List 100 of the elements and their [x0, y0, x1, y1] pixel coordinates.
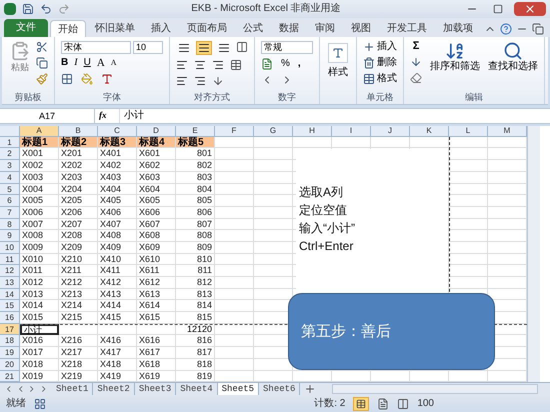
table-cell: X417 [98, 347, 137, 359]
formula-field[interactable]: 小计 [119, 108, 550, 123]
ribbon-tab[interactable]: 视图 [344, 20, 378, 37]
cut-icon[interactable] [36, 40, 48, 53]
help-icon[interactable] [500, 22, 512, 35]
paste-button[interactable]: 粘贴 [8, 40, 32, 74]
table-cell: X010 [20, 254, 59, 266]
page-layout-view-icon[interactable] [377, 398, 390, 410]
empty-cell [98, 324, 137, 336]
empty-cell [215, 148, 254, 160]
row-header: 6 [0, 195, 20, 207]
name-box[interactable]: A17 [0, 108, 95, 123]
empty-cell [254, 277, 293, 289]
empty-cell [449, 148, 488, 160]
empty-cell [215, 254, 254, 266]
table-cell: 806 [176, 206, 215, 219]
table-cell: X408 [98, 230, 137, 242]
status-text: 就绪 [6, 396, 26, 412]
row-header: 18 [0, 335, 20, 348]
ribbon-tab[interactable]: 开始 [50, 20, 86, 37]
empty-cell [59, 324, 98, 336]
italic-button[interactable]: I [74, 58, 78, 68]
insert-sheet-icon[interactable] [304, 383, 316, 396]
table-cell: X618 [137, 358, 176, 371]
close-button[interactable] [514, 2, 546, 16]
table-cell: X213 [59, 288, 98, 300]
fill-color-icon[interactable] [81, 72, 93, 85]
align-center-icon[interactable] [194, 58, 206, 71]
font-color-icon[interactable] [101, 72, 113, 85]
ribbon-tab[interactable]: 页面布局 [180, 20, 234, 37]
sheet-tab[interactable]: Sheet5 [218, 383, 260, 396]
row-header: 17 [0, 324, 20, 336]
group-label: 剪贴板 [14, 92, 42, 102]
table-cell: 818 [176, 358, 215, 371]
number-format-field[interactable]: 常规 [261, 40, 313, 54]
table-cell: X403 [98, 172, 137, 184]
table-cell: X003 [20, 172, 59, 184]
table-cell: X406 [98, 206, 137, 219]
ribbon-tab[interactable]: 数据 [272, 20, 306, 37]
vertical-scrollbar[interactable] [527, 126, 540, 382]
clipboard-icon [10, 40, 30, 61]
table-cell: X207 [59, 218, 98, 230]
table-cell: X415 [98, 312, 137, 324]
ribbon-tab[interactable]: 公式 [236, 20, 270, 37]
ribbon-tab[interactable]: 开发工具 [380, 20, 434, 37]
underline-button[interactable]: U [84, 58, 91, 68]
font-size-field[interactable]: 10 [133, 40, 163, 54]
ribbon-tab[interactable]: 加载项 [436, 20, 480, 37]
fill-icon[interactable] [410, 56, 422, 68]
autosum-button[interactable]: Σ [410, 40, 422, 52]
vertical-align-button[interactable] [196, 40, 212, 55]
empty-cell [215, 230, 254, 242]
table-cell: 802 [176, 160, 215, 172]
merge-icon[interactable] [230, 58, 242, 71]
table-cell: X609 [137, 242, 176, 254]
table-cell: X412 [98, 277, 137, 289]
comma-button[interactable]: , [298, 58, 301, 69]
table-cell: X202 [59, 160, 98, 172]
sort-filter-button[interactable]: 排序和筛选 [430, 40, 480, 74]
ribbon-tab[interactable]: 审阅 [308, 20, 342, 37]
delete-button[interactable]: 删除 [363, 56, 397, 69]
empty-cell [254, 254, 293, 266]
restore-workbook-icon[interactable] [532, 22, 544, 35]
align-left-icon[interactable] [176, 58, 188, 71]
table-cell: 810 [176, 254, 215, 266]
bold-button[interactable]: B [61, 58, 68, 68]
table-cell: X606 [137, 206, 176, 219]
row-header: 13 [0, 277, 20, 289]
shrink-font-button[interactable]: A [110, 59, 117, 68]
find-select-button[interactable]: 查找和选择 [488, 40, 538, 74]
undo-icon[interactable] [40, 2, 52, 15]
grid-icon [356, 398, 366, 409]
format-button[interactable]: 格式 [363, 72, 397, 85]
table-cell: X607 [137, 218, 176, 230]
font-name-field[interactable]: 宋体 [61, 40, 131, 54]
empty-cell [449, 254, 488, 266]
table-cell: X404 [98, 184, 137, 196]
styles-button[interactable]: 样式 [326, 42, 350, 80]
border-icon[interactable] [61, 72, 73, 85]
callout-box: 第五步：善后 [288, 292, 495, 370]
ribbon-tab[interactable]: 文件 [4, 18, 48, 37]
grow-font-button[interactable]: A [96, 58, 105, 69]
horizontal-scrollbar[interactable] [332, 384, 538, 394]
insert-button[interactable]: 插入 [363, 40, 397, 53]
group-label: 对齐方式 [194, 92, 230, 102]
save-icon[interactable] [22, 2, 34, 15]
format-painter-icon[interactable] [36, 72, 48, 85]
row-header: 2 [0, 148, 20, 160]
clear-icon[interactable] [410, 72, 422, 84]
normal-view-button[interactable] [353, 396, 370, 411]
percent-button[interactable]: % [281, 58, 290, 69]
copy-icon[interactable] [36, 56, 48, 69]
empty-cell [254, 230, 293, 242]
align-right-icon[interactable] [212, 58, 224, 71]
empty-cell [449, 172, 488, 184]
ribbon-tab[interactable]: 怀旧菜单 [88, 20, 142, 37]
ribbon-tab[interactable]: 插入 [144, 20, 178, 37]
table-cell: X212 [59, 277, 98, 289]
table-cell: X014 [20, 300, 59, 312]
row-header: 14 [0, 288, 20, 300]
